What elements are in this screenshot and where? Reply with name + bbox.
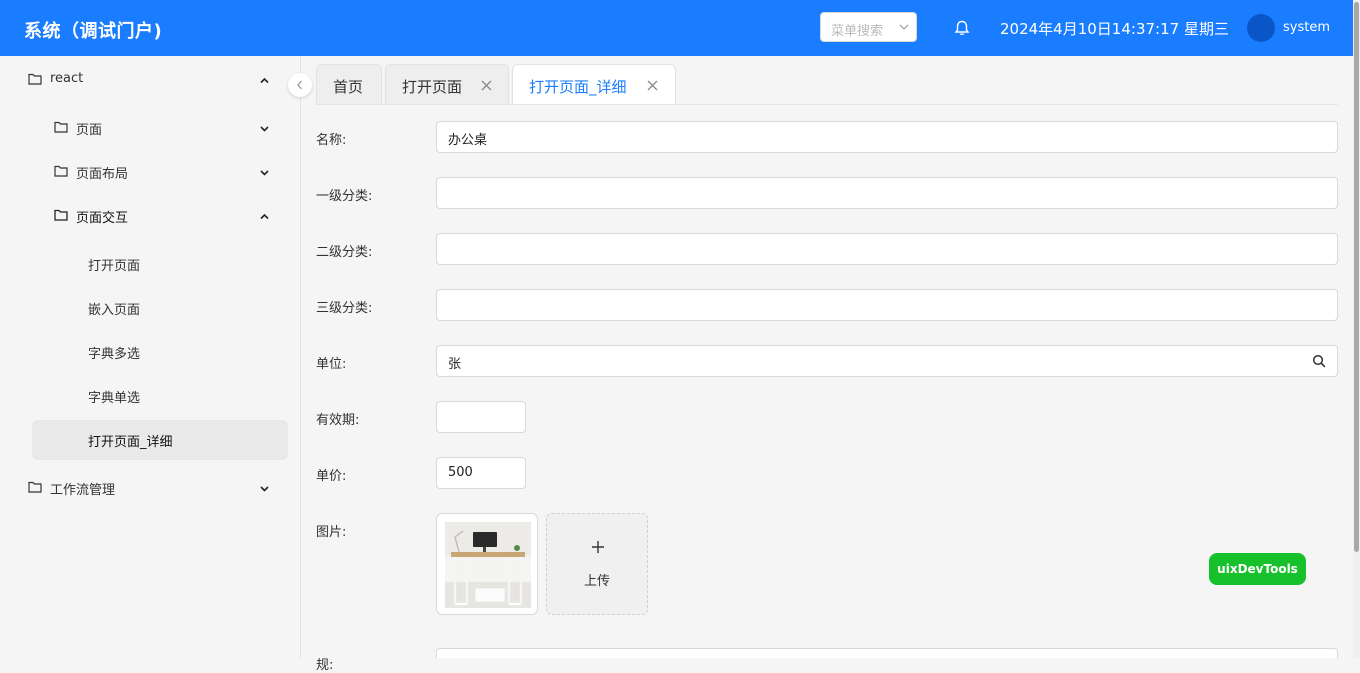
sidebar-item-workflow[interactable]: 工作流管理 bbox=[0, 468, 300, 508]
category1-label: 一级分类: bbox=[316, 189, 373, 204]
chevron-down-icon bbox=[260, 170, 269, 176]
tab-divider bbox=[315, 104, 1338, 105]
upload-button[interactable]: 上传 bbox=[546, 513, 648, 615]
folder-icon bbox=[54, 165, 68, 177]
category1-field[interactable] bbox=[436, 177, 1338, 209]
unit-field[interactable]: 张 bbox=[436, 345, 1338, 377]
sidebar-item-label: react bbox=[50, 71, 84, 86]
chevron-down-icon bbox=[260, 486, 269, 492]
tab-label: 打开页面_详细 bbox=[529, 78, 627, 96]
devtools-button[interactable]: uixDevTools bbox=[1209, 553, 1306, 585]
sidebar-item-label: 工作流管理 bbox=[50, 483, 116, 498]
folder-icon bbox=[28, 73, 42, 85]
top-header: 系统（调试门户) 菜单搜索 2024年4月10日14:37:17 星期三 sys… bbox=[0, 0, 1360, 56]
validity-label: 有效期: bbox=[316, 413, 360, 428]
upload-label: 上传 bbox=[583, 574, 610, 589]
sidebar: react 页面 页面布局 页面交互 打开页面 嵌入页面 字典多选 字典单选 打… bbox=[0, 56, 301, 658]
bell-icon[interactable] bbox=[953, 19, 971, 37]
sidebar-item-label: 嵌入页面 bbox=[88, 303, 141, 318]
sidebar-collapse-button[interactable] bbox=[288, 73, 312, 97]
unit-value: 张 bbox=[448, 357, 462, 372]
sidebar-item-label: 字典单选 bbox=[88, 391, 141, 406]
unit-label: 单位: bbox=[316, 357, 347, 372]
plus-icon bbox=[592, 541, 604, 553]
chevron-up-icon bbox=[260, 77, 269, 84]
sidebar-item-label: 字典多选 bbox=[88, 347, 141, 362]
app-title: 系统（调试门户) bbox=[24, 21, 163, 42]
sidebar-item-label: 打开页面_详细 bbox=[88, 435, 173, 450]
tab-label: 打开页面 bbox=[402, 78, 463, 96]
close-icon[interactable] bbox=[481, 80, 492, 91]
sidebar-item-page[interactable]: 页面 bbox=[0, 108, 300, 148]
sidebar-item-open-page[interactable]: 打开页面 bbox=[0, 244, 300, 284]
sidebar-item-label: 页面交互 bbox=[76, 211, 129, 226]
price-value: 500 bbox=[448, 465, 473, 480]
next-field[interactable] bbox=[436, 648, 1338, 658]
folder-icon bbox=[28, 481, 42, 493]
name-field[interactable]: 办公桌 bbox=[436, 121, 1338, 153]
category2-field[interactable] bbox=[436, 233, 1338, 265]
username[interactable]: system bbox=[1283, 20, 1330, 35]
name-label: 名称: bbox=[316, 133, 347, 148]
menu-search-placeholder: 菜单搜索 bbox=[831, 24, 884, 39]
search-icon[interactable] bbox=[1312, 354, 1326, 368]
chevron-up-icon bbox=[260, 213, 269, 220]
sidebar-item-dict-multi[interactable]: 字典多选 bbox=[0, 332, 300, 372]
name-value: 办公桌 bbox=[448, 133, 488, 148]
price-label: 单价: bbox=[316, 469, 347, 484]
tab-open-page[interactable]: 打开页面 bbox=[385, 64, 509, 104]
tab-open-page-detail[interactable]: 打开页面_详细 bbox=[512, 64, 676, 104]
sidebar-item-open-page-detail[interactable]: 打开页面_详细 bbox=[0, 420, 300, 460]
tab-home[interactable]: 首页 bbox=[316, 64, 382, 104]
sidebar-item-label: 打开页面 bbox=[88, 259, 141, 274]
price-field[interactable]: 500 bbox=[436, 457, 526, 489]
sidebar-item-react[interactable]: react bbox=[0, 60, 300, 100]
image-label: 图片: bbox=[316, 525, 347, 540]
close-icon[interactable] bbox=[647, 80, 658, 91]
sidebar-item-embed-page[interactable]: 嵌入页面 bbox=[0, 288, 300, 328]
validity-field[interactable] bbox=[436, 401, 526, 433]
chevron-down-icon bbox=[260, 126, 269, 132]
tab-label: 首页 bbox=[333, 78, 364, 96]
sidebar-item-label: 页面布局 bbox=[76, 167, 129, 182]
chevron-left-icon bbox=[297, 80, 302, 90]
next-field-label: 规: bbox=[316, 658, 334, 673]
sidebar-item-dict-single[interactable]: 字典单选 bbox=[0, 376, 300, 416]
datetime-display: 2024年4月10日14:37:17 星期三 bbox=[1000, 20, 1229, 38]
category2-label: 二级分类: bbox=[316, 245, 373, 260]
folder-icon bbox=[54, 121, 68, 133]
chevron-down-icon bbox=[899, 24, 909, 30]
image-thumbnail[interactable] bbox=[436, 513, 538, 615]
sidebar-item-page-interaction[interactable]: 页面交互 bbox=[0, 196, 300, 236]
category3-label: 三级分类: bbox=[316, 301, 373, 316]
sidebar-item-label: 页面 bbox=[76, 123, 103, 138]
menu-search-select[interactable]: 菜单搜索 bbox=[820, 12, 917, 42]
desk-photo bbox=[445, 522, 531, 608]
category3-field[interactable] bbox=[436, 289, 1338, 321]
sidebar-item-page-layout[interactable]: 页面布局 bbox=[0, 152, 300, 192]
folder-icon bbox=[54, 209, 68, 221]
scrollbar-thumb[interactable] bbox=[1354, 2, 1359, 552]
avatar[interactable] bbox=[1247, 14, 1275, 42]
